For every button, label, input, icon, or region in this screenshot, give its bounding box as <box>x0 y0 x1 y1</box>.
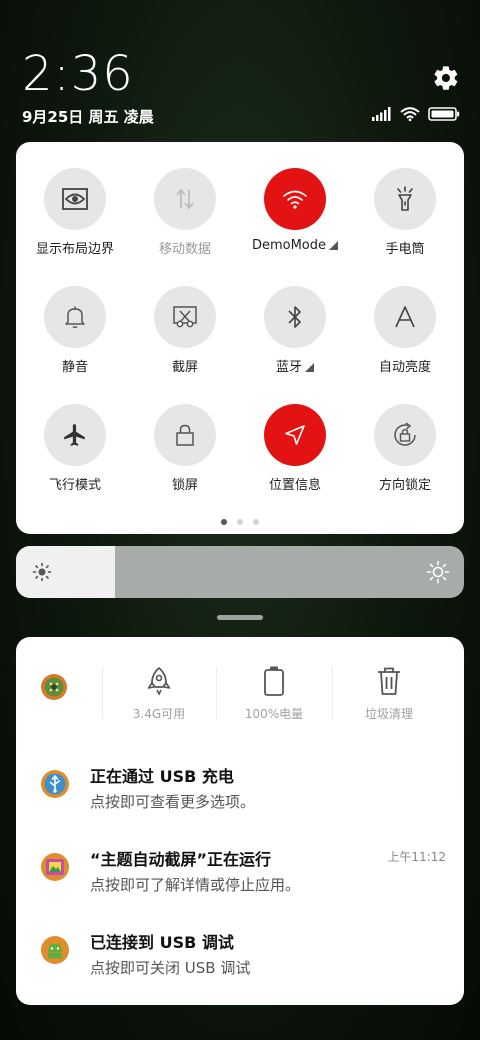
quick-settings-panel: 显示布局边界 移动数据 DemoMode 手电筒 静音 截屏 蓝牙 自动亮度 飞… <box>16 142 464 534</box>
notification-subtitle: 点按即可关闭 USB 调试 <box>90 959 251 977</box>
rotation-lock-icon <box>394 422 416 446</box>
notification-usb-charging[interactable]: 正在通过 USB 充电 点按即可查看更多选项。 <box>16 761 464 821</box>
brightness-high-icon <box>426 560 450 584</box>
bluetooth-icon <box>288 306 301 328</box>
tile-label: 飞行模式 <box>48 478 101 493</box>
auto-brightness-icon <box>395 306 415 328</box>
tile-flashlight[interactable]: 手电筒 <box>350 168 460 278</box>
theme-app-icon <box>41 853 69 881</box>
tile-icon-bg <box>374 168 436 230</box>
tile-icon-bg <box>44 404 106 466</box>
tile-screenshot[interactable]: 截屏 <box>130 286 240 396</box>
notification-title: 正在通过 USB 充电 <box>90 767 234 786</box>
page-indicator <box>16 519 464 525</box>
brightness-fill <box>16 546 115 598</box>
tile-label: DemoMode <box>251 238 339 253</box>
battery-status-icon <box>428 107 460 121</box>
tile-auto-brightness[interactable]: 自动亮度 <box>350 286 460 396</box>
page-dot[interactable] <box>237 519 243 525</box>
tool-label: 3.4G可用 <box>132 707 186 721</box>
page-dot[interactable] <box>253 519 259 525</box>
tile-mobile-data[interactable]: 移动数据 <box>130 168 240 278</box>
tile-icon-bg <box>264 286 326 348</box>
mobile-data-icon <box>176 188 194 210</box>
tile-label-text: 蓝牙 <box>275 360 302 375</box>
notification-subtitle: 点按即可了解详情或停止应用。 <box>90 876 301 894</box>
notification-subtitle: 点按即可查看更多选项。 <box>90 793 256 811</box>
trash-icon <box>378 667 400 695</box>
tile-bluetooth[interactable]: 蓝牙 <box>240 286 350 396</box>
tile-icon-bg <box>264 168 326 230</box>
tool-memory[interactable]: 3.4G可用 <box>109 665 209 722</box>
tile-airplane-mode[interactable]: 飞行模式 <box>20 404 130 514</box>
expand-triangle-icon <box>329 241 339 250</box>
battery-icon <box>264 666 284 696</box>
tile-rotation-lock[interactable]: 方向锁定 <box>350 404 460 514</box>
tile-label-text: DemoMode <box>251 238 327 253</box>
tile-label: 截屏 <box>171 360 198 375</box>
wifi-icon <box>283 190 307 209</box>
brightness-slider[interactable] <box>16 546 464 598</box>
tile-mute[interactable]: 静音 <box>20 286 130 396</box>
signal-icon <box>372 107 391 121</box>
tile-lock-screen[interactable]: 锁屏 <box>130 404 240 514</box>
tool-label: 垃圾清理 <box>364 707 413 721</box>
tile-icon-bg <box>264 404 326 466</box>
divider <box>216 667 217 719</box>
brightness-low-icon <box>32 562 52 582</box>
notification-panel: 3.4G可用 100%电量 垃圾清理 正在通过 USB 充电 点按即可查看更多选… <box>16 637 464 1005</box>
tile-label: 蓝牙 <box>276 356 314 375</box>
drag-handle[interactable] <box>217 615 263 620</box>
settings-gear-icon[interactable] <box>432 64 460 92</box>
tile-label: 手电筒 <box>385 242 425 257</box>
clock-time: 2:36 <box>22 46 134 102</box>
tile-label: 位置信息 <box>268 478 321 493</box>
tile-label: 方向锁定 <box>378 478 431 493</box>
notification-time: 上午11:12 <box>387 850 446 864</box>
usb-app-icon <box>41 770 69 798</box>
notification-theme-screenshot[interactable]: “主题自动截屏”正在运行 上午11:12 点按即可了解详情或停止应用。 <box>16 844 464 904</box>
rocket-icon <box>147 667 171 696</box>
tile-icon-bg <box>44 286 106 348</box>
tile-label: 自动亮度 <box>378 360 431 375</box>
tile-icon-bg <box>374 404 436 466</box>
tile-icon-bg <box>154 286 216 348</box>
notification-title: “主题自动截屏”正在运行 <box>90 850 272 869</box>
wifi-status-icon <box>400 107 420 122</box>
airplane-icon <box>64 424 85 446</box>
status-bar-icons <box>372 106 460 122</box>
app-logo-icon <box>41 674 67 700</box>
tile-location[interactable]: 位置信息 <box>240 404 350 514</box>
tile-show-layout-bounds[interactable]: 显示布局边界 <box>20 168 130 278</box>
flashlight-icon <box>397 186 413 211</box>
tile-icon-bg <box>374 286 436 348</box>
divider <box>332 667 333 719</box>
android-debug-icon <box>41 936 69 964</box>
tile-label: 显示布局边界 <box>35 242 114 257</box>
tool-battery[interactable]: 100%电量 <box>224 665 324 722</box>
expand-triangle-icon <box>305 363 314 372</box>
tile-label: 移动数据 <box>158 242 211 257</box>
screenshot-icon <box>173 306 197 328</box>
notification-title: 已连接到 USB 调试 <box>90 933 234 952</box>
bell-icon <box>65 306 85 329</box>
tile-icon-bg <box>154 168 216 230</box>
date-label: 9月25日 周五 凌晨 <box>22 108 154 126</box>
tool-cleanup[interactable]: 垃圾清理 <box>339 665 439 722</box>
tools-row: 3.4G可用 100%电量 垃圾清理 <box>16 661 464 741</box>
page-dot[interactable] <box>221 519 227 525</box>
tool-label: 100%电量 <box>244 707 304 721</box>
divider <box>102 667 103 719</box>
tile-label: 静音 <box>61 360 88 375</box>
tile-demomode[interactable]: DemoMode <box>240 168 350 278</box>
tile-icon-bg <box>44 168 106 230</box>
location-icon <box>285 425 305 445</box>
eye-frame-icon <box>62 188 88 210</box>
lock-icon <box>176 424 194 446</box>
notification-usb-debugging[interactable]: 已连接到 USB 调试 点按即可关闭 USB 调试 <box>16 927 464 987</box>
tile-icon-bg <box>154 404 216 466</box>
tile-label: 锁屏 <box>171 478 198 493</box>
